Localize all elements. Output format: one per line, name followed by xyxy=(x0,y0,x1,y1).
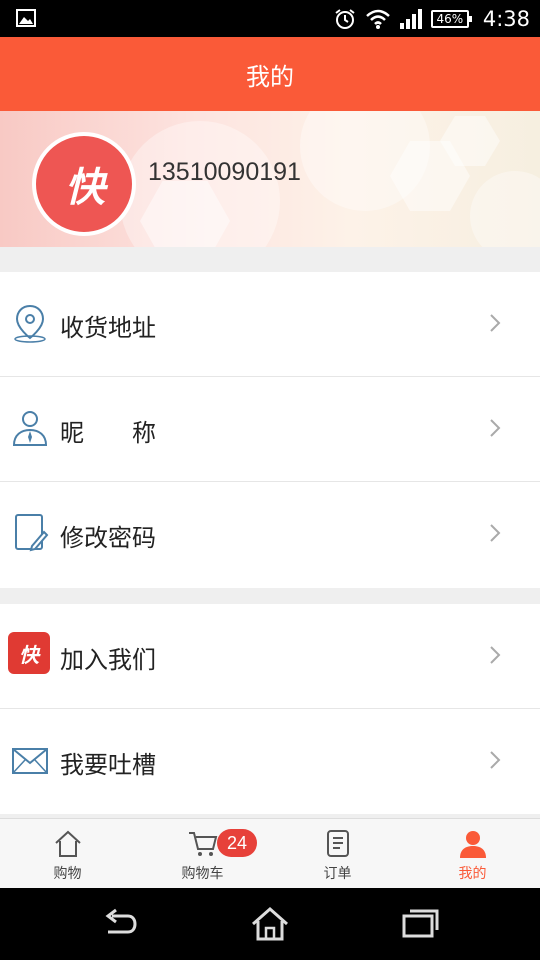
user-icon xyxy=(12,411,48,446)
back-icon[interactable] xyxy=(100,904,140,944)
status-bar: 46% 4:38 xyxy=(0,0,540,37)
system-nav-bar xyxy=(0,888,540,960)
title-bar: 我的 xyxy=(0,37,540,111)
chevron-right-icon xyxy=(490,314,501,332)
bottom-tab-bar: 购物 24 购物车 订单 我的 xyxy=(0,818,540,888)
chevron-right-icon xyxy=(490,524,501,542)
cart-icon xyxy=(188,832,217,856)
wifi-icon xyxy=(365,9,390,29)
clock: 4:38 xyxy=(482,6,530,31)
menu-label: 昵 称 xyxy=(60,419,156,447)
recent-apps-icon[interactable] xyxy=(400,904,440,944)
chevron-right-icon xyxy=(490,419,501,437)
tab-shopping[interactable]: 购物 xyxy=(0,819,135,889)
menu-label: 收货地址 xyxy=(60,314,156,342)
tab-label: 我的 xyxy=(458,866,487,882)
cart-count-badge: 24 xyxy=(217,829,257,857)
menu-label: 加入我们 xyxy=(60,646,156,674)
brand-logo-text: 快 xyxy=(19,642,39,667)
tab-label: 购物 xyxy=(53,866,82,882)
home-icon xyxy=(54,830,81,857)
alarm-icon xyxy=(335,8,355,29)
mail-icon xyxy=(12,748,48,774)
battery-level: 46% xyxy=(436,11,464,26)
tab-mine[interactable]: 我的 xyxy=(405,819,540,889)
battery-icon: 46% xyxy=(430,9,472,28)
menu-group-account: 收货地址 昵 称 修改密码 xyxy=(0,272,540,588)
avatar[interactable]: 快 xyxy=(32,132,136,236)
tab-label: 购物车 xyxy=(181,866,224,882)
chevron-right-icon xyxy=(490,751,501,769)
menu-label: 我要吐槽 xyxy=(60,751,156,779)
page-title: 我的 xyxy=(246,62,294,91)
user-phone: 13510090191 xyxy=(148,158,301,186)
menu-label: 修改密码 xyxy=(60,524,156,552)
person-icon xyxy=(459,831,486,858)
menu-item-nickname[interactable]: 昵 称 xyxy=(0,377,540,482)
menu-item-join-us[interactable]: 快 加入我们 xyxy=(0,604,540,709)
tab-label: 订单 xyxy=(323,866,352,882)
signal-icon xyxy=(399,8,422,29)
home-button-icon[interactable] xyxy=(250,904,290,944)
edit-icon xyxy=(15,514,49,552)
menu-group-more: 快 加入我们 我要吐槽 xyxy=(0,604,540,814)
location-pin-icon xyxy=(14,304,46,343)
order-icon xyxy=(326,830,349,857)
tab-orders[interactable]: 订单 xyxy=(270,819,405,889)
menu-item-address[interactable]: 收货地址 xyxy=(0,272,540,377)
brand-logo-icon: 快 xyxy=(8,632,50,674)
image-icon xyxy=(16,9,36,27)
avatar-logo: 快 xyxy=(65,165,105,211)
menu-item-feedback[interactable]: 我要吐槽 xyxy=(0,709,540,814)
chevron-right-icon xyxy=(490,646,501,664)
tab-cart[interactable]: 24 购物车 xyxy=(135,819,270,889)
menu-item-change-password[interactable]: 修改密码 xyxy=(0,482,540,587)
